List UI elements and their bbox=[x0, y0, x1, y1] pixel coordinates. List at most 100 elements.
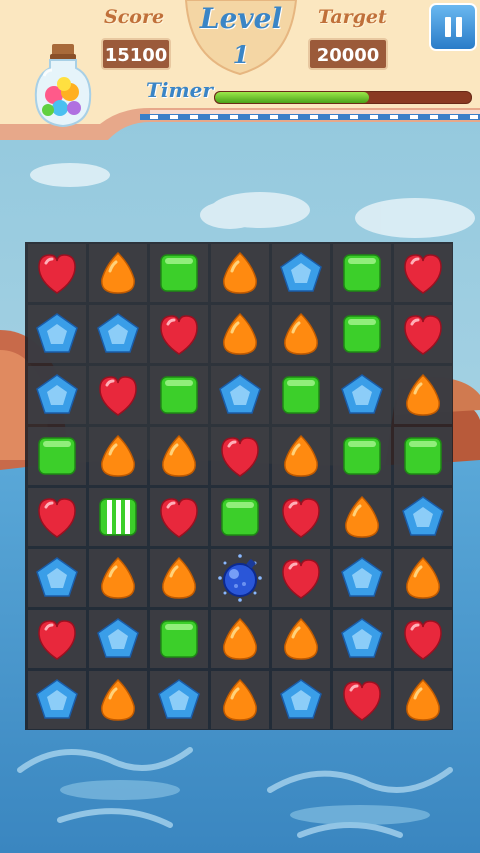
board-cell[interactable] bbox=[394, 366, 452, 424]
orange-drop-candy-icon[interactable] bbox=[214, 613, 266, 665]
board-cell[interactable] bbox=[394, 244, 452, 302]
board-cell[interactable] bbox=[89, 671, 147, 729]
board-cell[interactable] bbox=[28, 549, 86, 607]
board-cell[interactable] bbox=[150, 488, 208, 546]
green-square-candy-icon[interactable] bbox=[153, 613, 205, 665]
board-cell[interactable] bbox=[272, 366, 330, 424]
board-cell[interactable] bbox=[28, 671, 86, 729]
orange-drop-candy-icon[interactable] bbox=[153, 430, 205, 482]
red-heart-candy-icon[interactable] bbox=[31, 491, 83, 543]
orange-drop-candy-icon[interactable] bbox=[92, 247, 144, 299]
orange-drop-candy-icon[interactable] bbox=[275, 613, 327, 665]
green-square-candy-icon[interactable] bbox=[336, 430, 388, 482]
red-heart-candy-icon[interactable] bbox=[92, 369, 144, 421]
red-heart-candy-icon[interactable] bbox=[31, 613, 83, 665]
board-cell[interactable] bbox=[150, 427, 208, 485]
board-cell[interactable] bbox=[150, 671, 208, 729]
board-cell[interactable] bbox=[272, 610, 330, 668]
board-cell[interactable] bbox=[211, 610, 269, 668]
green-square-candy-icon[interactable] bbox=[397, 430, 449, 482]
orange-drop-candy-icon[interactable] bbox=[214, 247, 266, 299]
blue-pentagon-candy-icon[interactable] bbox=[275, 674, 327, 726]
green-square-candy-icon[interactable] bbox=[31, 430, 83, 482]
board-cell[interactable] bbox=[28, 244, 86, 302]
board-cell[interactable] bbox=[211, 244, 269, 302]
red-heart-candy-icon[interactable] bbox=[275, 491, 327, 543]
green-striped-candy-icon[interactable] bbox=[92, 491, 144, 543]
orange-drop-candy-icon[interactable] bbox=[153, 552, 205, 604]
board-cell[interactable] bbox=[333, 488, 391, 546]
board-cell[interactable] bbox=[150, 549, 208, 607]
red-heart-candy-icon[interactable] bbox=[397, 247, 449, 299]
board-cell[interactable] bbox=[89, 549, 147, 607]
board-cell[interactable] bbox=[89, 305, 147, 363]
board-cell[interactable] bbox=[211, 427, 269, 485]
blue-pentagon-candy-icon[interactable] bbox=[31, 552, 83, 604]
blue-pentagon-candy-icon[interactable] bbox=[336, 552, 388, 604]
blue-pentagon-candy-icon[interactable] bbox=[31, 369, 83, 421]
board-cell[interactable] bbox=[272, 671, 330, 729]
red-heart-candy-icon[interactable] bbox=[153, 491, 205, 543]
orange-drop-candy-icon[interactable] bbox=[336, 491, 388, 543]
board-cell[interactable] bbox=[150, 244, 208, 302]
green-square-candy-icon[interactable] bbox=[275, 369, 327, 421]
orange-drop-candy-icon[interactable] bbox=[397, 369, 449, 421]
orange-drop-candy-icon[interactable] bbox=[397, 552, 449, 604]
board-cell[interactable] bbox=[28, 488, 86, 546]
board-cell[interactable] bbox=[28, 610, 86, 668]
board-cell[interactable] bbox=[28, 305, 86, 363]
red-heart-candy-icon[interactable] bbox=[397, 308, 449, 360]
blue-bomb-candy-icon[interactable] bbox=[214, 552, 266, 604]
board-cell[interactable] bbox=[89, 427, 147, 485]
red-heart-candy-icon[interactable] bbox=[275, 552, 327, 604]
blue-pentagon-candy-icon[interactable] bbox=[92, 308, 144, 360]
blue-pentagon-candy-icon[interactable] bbox=[153, 674, 205, 726]
red-heart-candy-icon[interactable] bbox=[31, 247, 83, 299]
board-cell[interactable] bbox=[394, 488, 452, 546]
board-cell[interactable] bbox=[333, 366, 391, 424]
board-cell[interactable] bbox=[211, 305, 269, 363]
board-cell[interactable] bbox=[89, 488, 147, 546]
board-cell[interactable] bbox=[150, 610, 208, 668]
blue-pentagon-candy-icon[interactable] bbox=[214, 369, 266, 421]
board-cell[interactable] bbox=[272, 549, 330, 607]
board-cell[interactable] bbox=[333, 671, 391, 729]
orange-drop-candy-icon[interactable] bbox=[397, 674, 449, 726]
board-cell[interactable] bbox=[394, 610, 452, 668]
board-cell[interactable] bbox=[89, 244, 147, 302]
board-cell[interactable] bbox=[272, 305, 330, 363]
green-square-candy-icon[interactable] bbox=[153, 369, 205, 421]
orange-drop-candy-icon[interactable] bbox=[275, 308, 327, 360]
board-cell[interactable] bbox=[211, 366, 269, 424]
board-cell[interactable] bbox=[394, 427, 452, 485]
board-cell[interactable] bbox=[394, 549, 452, 607]
board-cell[interactable] bbox=[272, 244, 330, 302]
blue-pentagon-candy-icon[interactable] bbox=[275, 247, 327, 299]
board-cell[interactable] bbox=[333, 305, 391, 363]
orange-drop-candy-icon[interactable] bbox=[214, 674, 266, 726]
board-cell[interactable] bbox=[333, 610, 391, 668]
board-cell[interactable] bbox=[333, 427, 391, 485]
green-square-candy-icon[interactable] bbox=[336, 308, 388, 360]
board-cell[interactable] bbox=[150, 366, 208, 424]
board-cell[interactable] bbox=[211, 488, 269, 546]
green-square-candy-icon[interactable] bbox=[153, 247, 205, 299]
board-cell[interactable] bbox=[211, 671, 269, 729]
orange-drop-candy-icon[interactable] bbox=[275, 430, 327, 482]
blue-pentagon-candy-icon[interactable] bbox=[31, 674, 83, 726]
board-cell[interactable] bbox=[150, 305, 208, 363]
blue-pentagon-candy-icon[interactable] bbox=[336, 613, 388, 665]
orange-drop-candy-icon[interactable] bbox=[214, 308, 266, 360]
orange-drop-candy-icon[interactable] bbox=[92, 674, 144, 726]
board-cell[interactable] bbox=[28, 427, 86, 485]
red-heart-candy-icon[interactable] bbox=[397, 613, 449, 665]
board-cell[interactable] bbox=[211, 549, 269, 607]
board-cell[interactable] bbox=[333, 549, 391, 607]
board-cell[interactable] bbox=[333, 244, 391, 302]
green-square-candy-icon[interactable] bbox=[336, 247, 388, 299]
pause-button[interactable] bbox=[429, 3, 477, 51]
red-heart-candy-icon[interactable] bbox=[336, 674, 388, 726]
board-cell[interactable] bbox=[272, 488, 330, 546]
red-heart-candy-icon[interactable] bbox=[153, 308, 205, 360]
orange-drop-candy-icon[interactable] bbox=[92, 552, 144, 604]
